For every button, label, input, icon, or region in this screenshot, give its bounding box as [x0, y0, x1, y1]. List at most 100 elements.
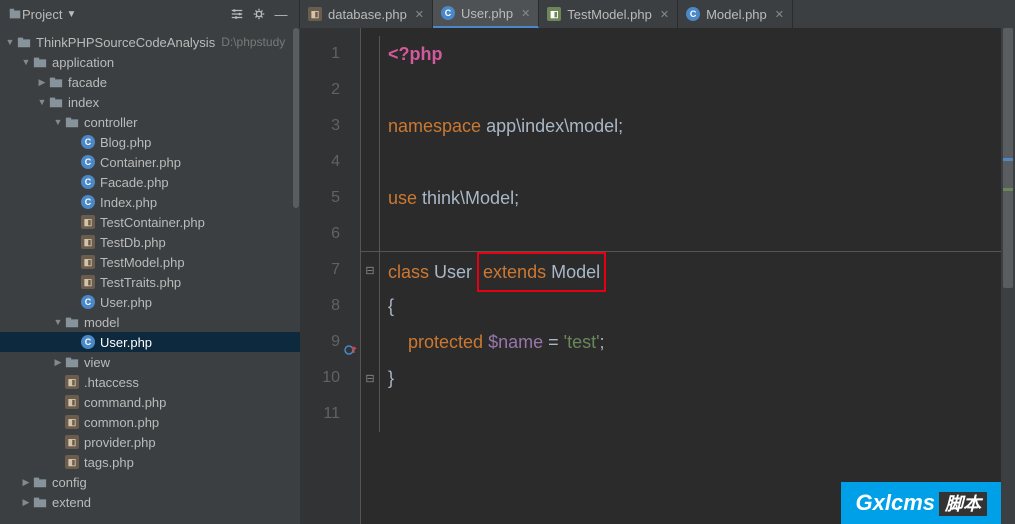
tree-arrow-icon[interactable]: ▶ [20, 497, 32, 508]
close-icon[interactable]: ✕ [660, 8, 669, 21]
tree-arrow-icon[interactable]: ▶ [52, 357, 64, 368]
fold-toggle-icon[interactable]: ⊟ [361, 252, 380, 288]
tree-item-label: extend [52, 495, 91, 510]
folder-icon [48, 94, 64, 110]
folder-icon [64, 314, 80, 330]
tab-model[interactable]: C Model.php ✕ [678, 0, 793, 28]
tab-label: database.php [328, 7, 407, 22]
tree-item-label: TestDb.php [100, 235, 166, 250]
override-marker-icon[interactable] [344, 335, 358, 349]
tree-item[interactable]: ▼ThinkPHPSourceCodeAnalysisD:\phpstudy [0, 32, 300, 52]
tree-item-label: .htaccess [84, 375, 139, 390]
tree-item[interactable]: ▶◧TestTraits.php [0, 272, 300, 292]
close-icon[interactable]: ✕ [775, 8, 784, 21]
php-class-icon: C [80, 334, 96, 350]
tree-arrow-icon[interactable]: ▶ [36, 77, 48, 88]
php-file-icon: ◧ [80, 254, 96, 270]
tree-item[interactable]: ▼model [0, 312, 300, 332]
tree-item[interactable]: ▶◧TestContainer.php [0, 212, 300, 232]
tree-item[interactable]: ▶ config [0, 472, 300, 492]
php-file-icon: ◧ [64, 454, 80, 470]
tree-item-label: Container.php [100, 155, 181, 170]
tree-item-label: index [68, 95, 99, 110]
tree-arrow-icon[interactable]: ▶ [20, 477, 32, 488]
tree-item[interactable]: ▼ application [0, 52, 300, 72]
settings-slider-icon[interactable] [227, 4, 247, 24]
collapse-icon[interactable]: — [271, 4, 291, 24]
tree-item[interactable]: ▶CUser.php [0, 332, 300, 352]
tree-item[interactable]: ▶CUser.php [0, 292, 300, 312]
php-file-icon: ◧ [64, 434, 80, 450]
php-file-icon: ◧ [547, 7, 561, 21]
tree-item-label: TestContainer.php [100, 215, 205, 230]
tree-item[interactable]: ▼controller [0, 112, 300, 132]
tree-item[interactable]: ▶◧.htaccess [0, 372, 300, 392]
code-editor[interactable]: 1 2 3 4 5 6 7 8 9 10 11 ⊟ ⊟ <?php namesp… [300, 28, 1015, 524]
tab-testmodel[interactable]: ◧ TestModel.php ✕ [539, 0, 678, 28]
tree-item-label: User.php [100, 295, 152, 310]
php-class-icon: C [80, 174, 96, 190]
php-class-icon: C [686, 7, 700, 21]
tab-label: User.php [461, 6, 513, 21]
tree-arrow-icon[interactable]: ▼ [4, 37, 16, 47]
tree-item[interactable]: ▶CBlog.php [0, 132, 300, 152]
tree-arrow-icon[interactable]: ▼ [52, 117, 64, 127]
fold-column[interactable]: ⊟ ⊟ [360, 28, 380, 524]
tree-item-label: config [52, 475, 87, 490]
folder-icon [64, 354, 80, 370]
php-file-icon: ◧ [308, 7, 322, 21]
close-icon[interactable]: ✕ [521, 7, 530, 20]
tree-item[interactable]: ▼ index [0, 92, 300, 112]
editor-scrollbar[interactable] [1001, 28, 1015, 524]
folder-icon [64, 114, 80, 130]
tree-item-label: provider.php [84, 435, 156, 450]
tree-item-label: command.php [84, 395, 166, 410]
tree-item[interactable]: ▶◧common.php [0, 412, 300, 432]
php-file-icon: ◧ [64, 394, 80, 410]
tree-item[interactable]: ▶◧provider.php [0, 432, 300, 452]
tree-item-label: Blog.php [100, 135, 151, 150]
folder-icon [32, 494, 48, 510]
tree-item[interactable]: ▶CIndex.php [0, 192, 300, 212]
tree-item[interactable]: ▶CFacade.php [0, 172, 300, 192]
folder-icon [16, 34, 32, 50]
highlight-box: extends Model [477, 252, 606, 292]
tree-item[interactable]: ▶◧TestModel.php [0, 252, 300, 272]
tree-item[interactable]: ▶◧command.php [0, 392, 300, 412]
tree-item-label: application [52, 55, 114, 70]
tree-item-label: tags.php [84, 455, 134, 470]
php-class-icon: C [80, 154, 96, 170]
project-icon [8, 7, 22, 21]
line-gutter: 1 2 3 4 5 6 7 8 9 10 11 [300, 28, 360, 524]
project-tree[interactable]: ▼ThinkPHPSourceCodeAnalysisD:\phpstudy▼a… [0, 28, 300, 524]
tab-database[interactable]: ◧ database.php ✕ [300, 0, 433, 28]
tree-item-label: facade [68, 75, 107, 90]
editor-tabs: ◧ database.php ✕ C User.php ✕ ◧ TestMode… [300, 0, 1015, 28]
sidebar-scrollbar[interactable] [292, 28, 300, 524]
tree-item[interactable]: ▶view [0, 352, 300, 372]
tree-arrow-icon[interactable]: ▼ [20, 57, 32, 67]
fold-end-icon[interactable]: ⊟ [361, 360, 380, 396]
tree-item-label: TestTraits.php [100, 275, 181, 290]
tree-arrow-icon[interactable]: ▼ [52, 317, 64, 327]
tab-label: TestModel.php [567, 7, 652, 22]
tree-item-label: Index.php [100, 195, 157, 210]
chevron-down-icon: ▼ [66, 9, 76, 20]
php-class-icon: C [80, 194, 96, 210]
tab-user[interactable]: C User.php ✕ [433, 0, 539, 28]
project-title: Project [22, 7, 62, 22]
tab-label: Model.php [706, 7, 767, 22]
tree-arrow-icon[interactable]: ▼ [36, 97, 48, 107]
project-panel-header[interactable]: Project ▼ — [0, 0, 300, 28]
tree-item-label: ThinkPHPSourceCodeAnalysis [36, 35, 215, 50]
tree-item[interactable]: ▶CContainer.php [0, 152, 300, 172]
tree-item[interactable]: ▶ extend [0, 492, 300, 512]
tree-item[interactable]: ▶◧tags.php [0, 452, 300, 472]
php-file-icon: ◧ [80, 214, 96, 230]
close-icon[interactable]: ✕ [415, 8, 424, 21]
php-file-icon: ◧ [64, 374, 80, 390]
code-area[interactable]: <?php namespace app\index\model; use thi… [380, 28, 1001, 524]
tree-item[interactable]: ▶◧TestDb.php [0, 232, 300, 252]
tree-item[interactable]: ▶ facade [0, 72, 300, 92]
gear-icon[interactable] [249, 4, 269, 24]
